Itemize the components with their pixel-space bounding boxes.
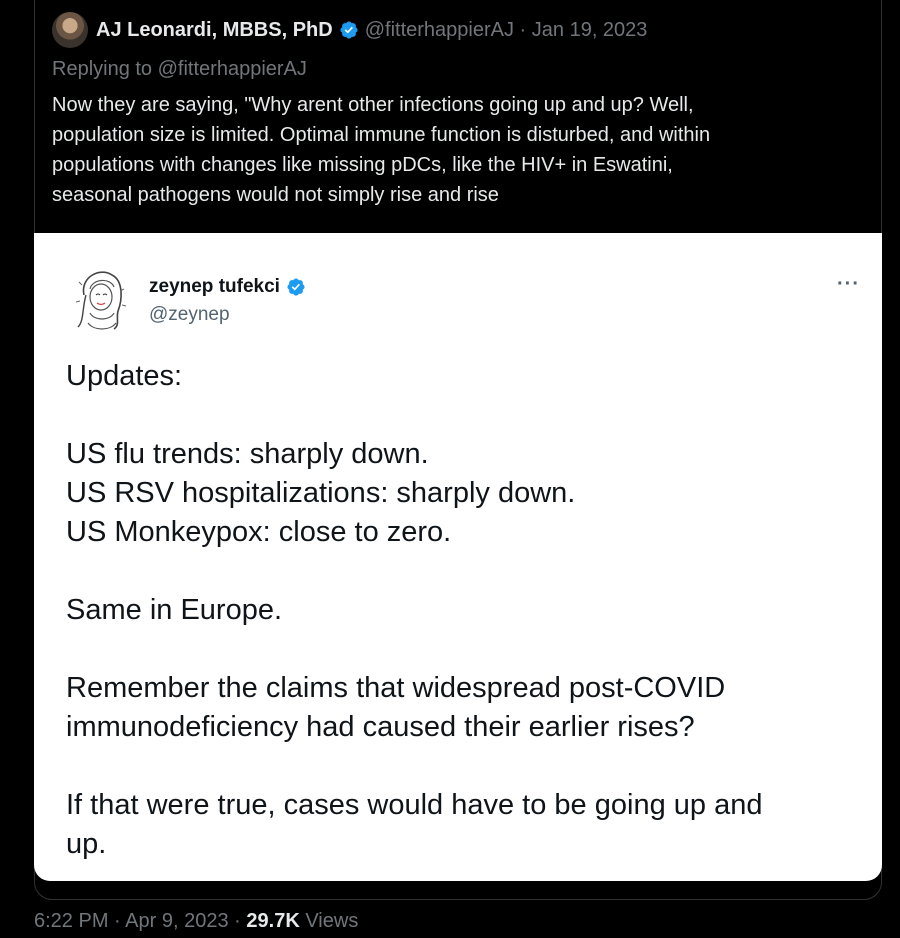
card-line: immunodeficiency had caused their earlie… xyxy=(66,711,695,743)
card-line: If that were true, cases would have to b… xyxy=(66,789,763,821)
embedded-tweet-image[interactable]: zeynep tufekci @zeynep ··· Updates: US f… xyxy=(34,233,882,881)
body-line: population size is limited. Optimal immu… xyxy=(52,124,711,146)
post-view: AJ Leonardi, MBBS, PhD @fitterhappierAJ … xyxy=(0,0,900,938)
more-options-icon: ··· xyxy=(837,273,860,295)
post-time[interactable]: 6:22 PM xyxy=(34,910,108,932)
replying-to: Replying to @fitterhappierAJ xyxy=(52,58,307,81)
card-line: Same in Europe. xyxy=(66,594,283,626)
card-line: US Monkeypox: close to zero. xyxy=(66,516,452,548)
author-name[interactable]: AJ Leonardi, MBBS, PhD xyxy=(96,19,333,42)
author-avatar[interactable] xyxy=(52,12,88,48)
body-line: populations with changes like missing pD… xyxy=(52,154,673,176)
card-tweet-text: Updates: US flu trends: sharply down. US… xyxy=(66,357,856,864)
body-line: Now they are saying, "Why arent other in… xyxy=(52,94,694,116)
card-line: up. xyxy=(66,828,107,860)
card-line: US RSV hospitalizations: sharply down. xyxy=(66,477,576,509)
post-date[interactable]: Jan 19, 2023 xyxy=(532,19,648,41)
verified-badge-icon xyxy=(287,278,305,296)
card-author-row: zeynep tufekci xyxy=(149,276,312,298)
card-author-name: zeynep tufekci xyxy=(149,276,280,297)
card-author-handle: @zeynep xyxy=(149,304,230,325)
sketch-avatar-icon xyxy=(75,271,127,330)
post-footer: 6:22 PM · Apr 9, 2023 · 29.7K Views xyxy=(34,910,358,933)
footer-separator: · xyxy=(234,910,241,932)
quoted-tweet-body: Now they are saying, "Why arent other in… xyxy=(52,90,852,210)
views-count[interactable]: 29.7K xyxy=(246,910,299,932)
author-meta: @fitterhappierAJ · Jan 19, 2023 xyxy=(365,19,648,42)
replying-handle-link[interactable]: @fitterhappierAJ xyxy=(158,58,307,80)
views-label: Views xyxy=(305,910,359,932)
verified-badge-icon xyxy=(340,21,358,39)
post-date-footer[interactable]: Apr 9, 2023 xyxy=(125,910,228,932)
card-line: Remember the claims that widespread post… xyxy=(66,672,726,704)
replying-prefix: Replying to xyxy=(52,58,153,80)
card-line: US flu trends: sharply down. xyxy=(66,438,429,470)
card-line: Updates: xyxy=(66,360,183,392)
footer-separator: · xyxy=(114,910,121,932)
quoted-tweet-header: AJ Leonardi, MBBS, PhD @fitterhappierAJ … xyxy=(52,12,647,48)
author-handle[interactable]: @fitterhappierAJ xyxy=(365,19,514,41)
meta-separator: · xyxy=(519,18,527,41)
body-line: seasonal pathogens would not simply rise… xyxy=(52,184,499,206)
